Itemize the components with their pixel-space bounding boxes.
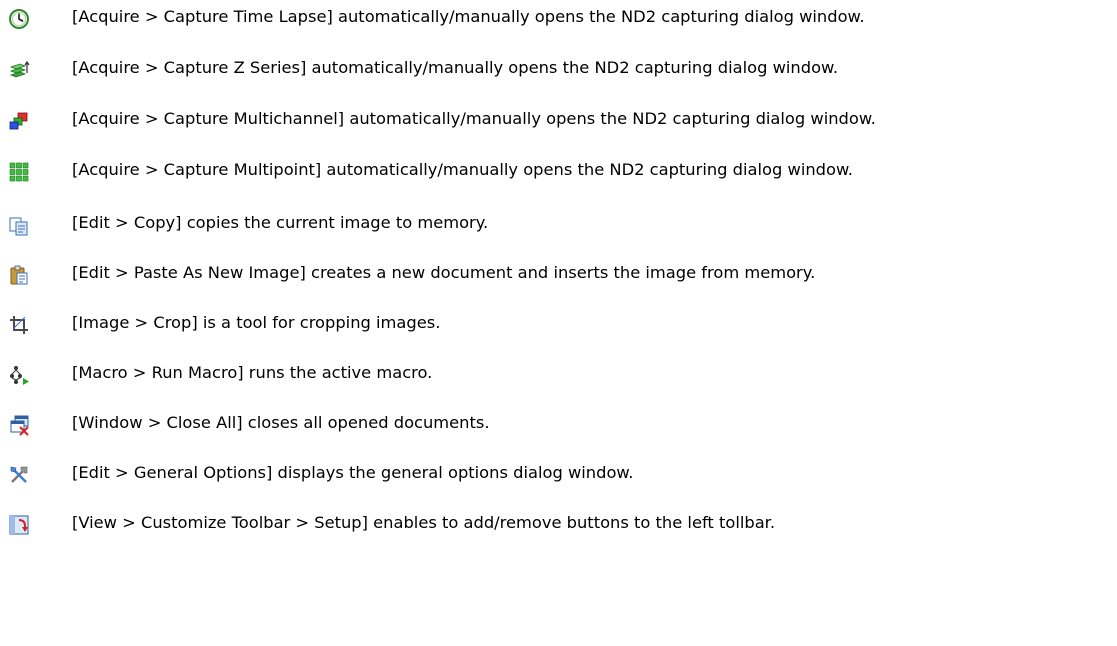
close-all-icon (8, 414, 30, 436)
crop-icon (8, 314, 30, 336)
multichannel-icon (8, 110, 30, 132)
tools-icon (8, 464, 30, 486)
paste-icon (8, 264, 30, 286)
item-description: [Acquire > Capture Time Lapse] automatic… (72, 7, 865, 26)
item-description: [Image > Crop] is a tool for cropping im… (72, 313, 441, 332)
item-description: [Acquire > Capture Multipoint] automatic… (72, 160, 853, 179)
z-series-icon (8, 59, 30, 81)
item-description: [Window > Close All] closes all opened d… (72, 413, 490, 432)
item-description: [Acquire > Capture Multichannel] automat… (72, 109, 876, 128)
item-description: [Edit > Paste As New Image] creates a ne… (72, 263, 816, 282)
clock-icon (8, 8, 30, 30)
item-description: [Edit > Copy] copies the current image t… (72, 213, 489, 232)
item-description: [Acquire > Capture Z Series] automatical… (72, 58, 839, 77)
customize-toolbar-icon (8, 514, 30, 536)
item-description: [Macro > Run Macro] runs the active macr… (72, 363, 433, 382)
item-description: [View > Customize Toolbar > Setup] enabl… (72, 513, 776, 532)
run-macro-icon (8, 364, 30, 386)
item-description: [Edit > General Options] displays the ge… (72, 463, 634, 482)
multipoint-icon (8, 161, 30, 183)
copy-icon (8, 215, 30, 237)
